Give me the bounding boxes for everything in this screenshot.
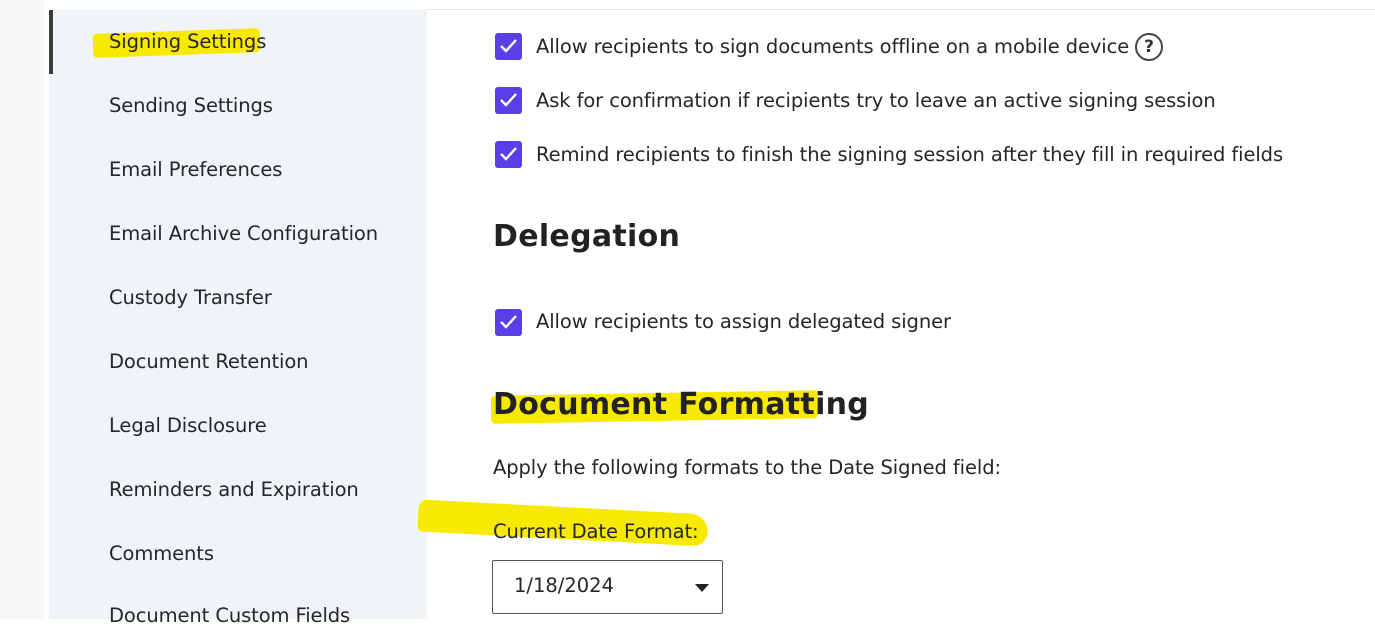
top-divider	[427, 9, 1375, 10]
sidebar-item-email-archive-configuration[interactable]: Email Archive Configuration	[109, 222, 378, 245]
sidebar-item-document-retention[interactable]: Document Retention	[109, 350, 309, 373]
sidebar-item-custody-transfer[interactable]: Custody Transfer	[109, 286, 272, 309]
sidebar-item-document-custom-fields[interactable]: Document Custom Fields	[109, 604, 350, 627]
checkmark-icon	[500, 147, 517, 161]
sidebar-item-signing-settings[interactable]: Signing Settings	[109, 30, 266, 53]
sidebar-item-legal-disclosure[interactable]: Legal Disclosure	[109, 414, 267, 437]
sidebar-item-sending-settings[interactable]: Sending Settings	[109, 94, 273, 117]
sidebar-item-reminders-and-expiration[interactable]: Reminders and Expiration	[109, 478, 359, 501]
remind-finish-label: Remind recipients to finish the signing …	[536, 143, 1283, 166]
sidebar-item-comments[interactable]: Comments	[109, 542, 214, 565]
delegation-title: Delegation	[493, 219, 681, 254]
document-formatting-title: Document Formatting	[493, 387, 870, 422]
date-format-value: 1/18/2024	[514, 574, 614, 597]
confirm-leave-label: Ask for confirmation if recipients try t…	[536, 89, 1216, 112]
delegated-signer-label: Allow recipients to assign delegated sig…	[536, 310, 951, 333]
confirm-leave-checkbox[interactable]	[495, 87, 522, 114]
date-format-select[interactable]: 1/18/2024	[492, 560, 723, 614]
checkmark-icon	[500, 315, 517, 329]
sidebar-item-email-preferences[interactable]: Email Preferences	[109, 158, 282, 181]
date-format-label: Current Date Format:	[493, 520, 699, 543]
offline-signing-checkbox[interactable]	[495, 33, 522, 60]
remind-finish-checkbox[interactable]	[495, 141, 522, 168]
delegated-signer-checkbox[interactable]	[495, 309, 522, 336]
caret-down-icon	[695, 584, 709, 592]
left-gutter	[0, 0, 44, 619]
checkmark-icon	[500, 93, 517, 107]
checkmark-icon	[500, 39, 517, 53]
offline-signing-label: Allow recipients to sign documents offli…	[536, 35, 1130, 58]
question-circle-icon[interactable]: ?	[1135, 33, 1163, 61]
active-indicator	[49, 10, 53, 74]
formatting-description: Apply the following formats to the Date …	[493, 456, 1001, 479]
